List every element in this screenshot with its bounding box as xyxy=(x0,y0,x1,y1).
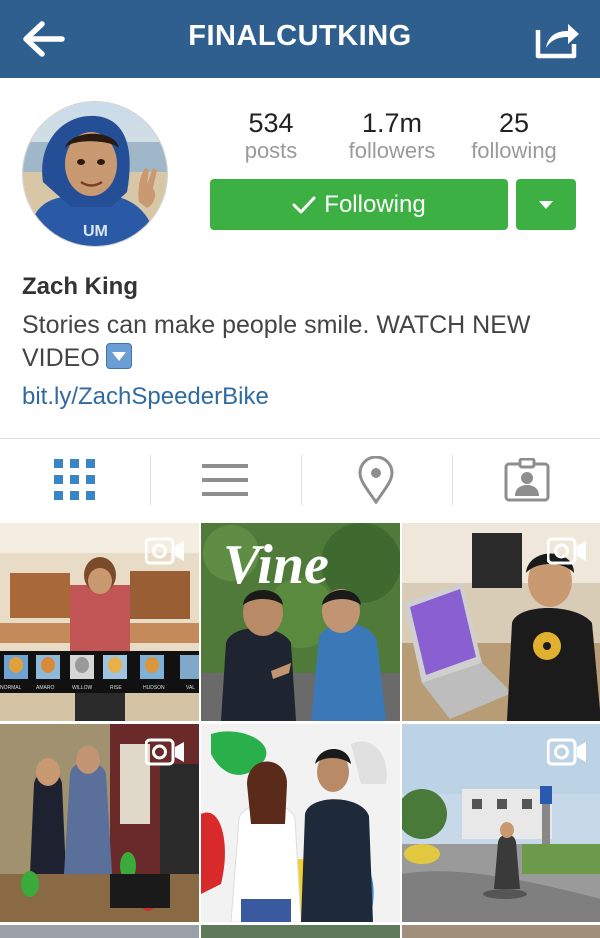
filter-label: NORMAL xyxy=(0,685,22,691)
grid-post[interactable] xyxy=(0,925,199,938)
video-camera-icon xyxy=(547,537,586,565)
list-icon xyxy=(202,464,248,496)
page-title: FINALCUTKING xyxy=(188,20,412,52)
grid-post[interactable] xyxy=(201,724,400,922)
filter-label: HUDSON xyxy=(143,685,165,691)
tab-list-view[interactable] xyxy=(150,440,300,520)
posts-label: posts xyxy=(244,138,298,163)
following-button[interactable]: Following xyxy=(210,179,508,230)
following-count: 25 xyxy=(498,108,530,138)
grid-post[interactable]: Vine xyxy=(201,523,400,721)
divider xyxy=(0,438,600,439)
filter-label: AMARO xyxy=(36,685,54,691)
filter-label: WILLOW xyxy=(72,685,93,691)
grid-post[interactable] xyxy=(402,724,600,922)
top-bar: FINALCUTKING xyxy=(0,0,600,78)
grid-post[interactable] xyxy=(0,724,199,922)
video-camera-icon xyxy=(145,537,184,565)
tab-tagged-view[interactable] xyxy=(452,440,600,520)
stat-posts[interactable]: 534 posts xyxy=(211,108,331,164)
stat-following[interactable]: 25 following xyxy=(454,108,574,164)
followers-label: followers xyxy=(348,138,436,163)
suggestions-dropdown-button[interactable] xyxy=(516,179,576,230)
grid-post[interactable]: NORMAL AMARO WILLOW RISE HUDSON VAL xyxy=(0,523,199,721)
view-tab-bar xyxy=(0,440,600,520)
grid-post[interactable] xyxy=(201,925,400,938)
tab-grid-view[interactable] xyxy=(0,440,150,520)
svg-text:UM: UM xyxy=(83,223,108,240)
vine-logo: Vine xyxy=(223,534,329,596)
tab-location-view[interactable] xyxy=(301,440,451,520)
video-camera-icon xyxy=(145,738,184,766)
filter-label: VAL xyxy=(186,685,195,691)
down-arrow-emoji-icon xyxy=(105,343,132,369)
grid-post[interactable] xyxy=(402,925,600,938)
profile-bio: Stories can make people smile. WATCH NEW… xyxy=(22,309,582,375)
grid-icon xyxy=(54,459,95,500)
video-camera-icon xyxy=(547,738,586,766)
grid-post[interactable] xyxy=(402,523,600,721)
followers-count: 1.7m xyxy=(361,108,423,138)
location-pin-icon xyxy=(358,456,394,504)
share-button[interactable] xyxy=(534,16,582,60)
profile-name: Zach King xyxy=(22,273,139,300)
filter-label: RISE xyxy=(110,685,122,691)
posts-count: 534 xyxy=(248,108,294,138)
profile-avatar[interactable]: UM xyxy=(22,101,168,247)
following-label: following xyxy=(471,138,557,163)
chevron-down-icon xyxy=(539,200,553,209)
following-button-label: Following xyxy=(324,190,426,218)
stat-followers[interactable]: 1.7m followers xyxy=(332,108,452,164)
tagged-photos-icon xyxy=(504,458,550,502)
bio-text: Stories can make people smile. WATCH NEW… xyxy=(22,311,531,372)
profile-link[interactable]: bit.ly/ZachSpeederBike xyxy=(22,383,269,411)
checkmark-icon xyxy=(292,196,316,213)
share-icon xyxy=(535,24,579,59)
